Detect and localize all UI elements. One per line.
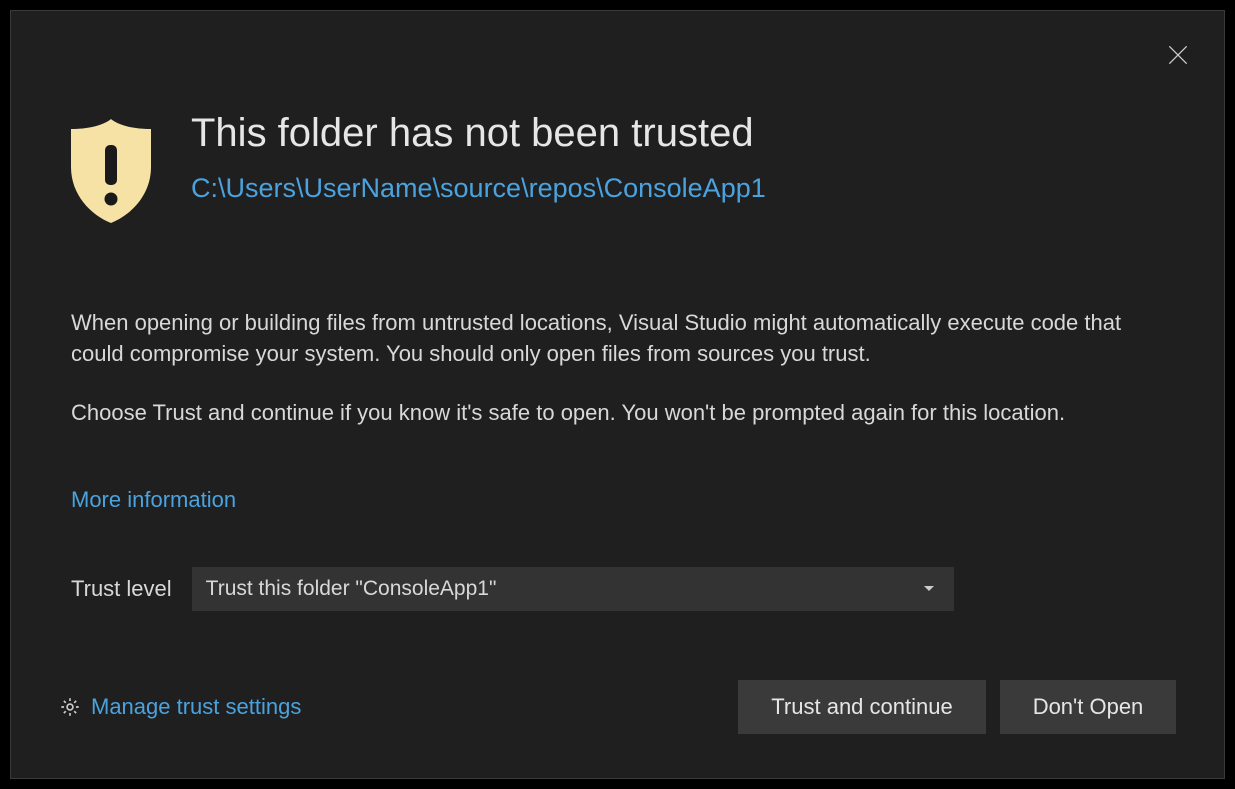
dialog-body: When opening or building files from untr… <box>11 227 1224 611</box>
more-information-link[interactable]: More information <box>71 487 236 513</box>
gear-icon <box>59 696 81 718</box>
manage-trust-settings-label: Manage trust settings <box>91 694 301 720</box>
trust-level-selected-value: Trust this folder "ConsoleApp1" <box>206 577 497 601</box>
folder-path: C:\Users\UserName\source\repos\ConsoleAp… <box>191 171 766 206</box>
chevron-down-icon <box>924 586 934 591</box>
dont-open-button[interactable]: Don't Open <box>1000 680 1176 734</box>
dialog-footer: Manage trust settings Trust and continue… <box>59 680 1176 734</box>
trust-dialog: This folder has not been trusted C:\User… <box>10 10 1225 779</box>
header-text-block: This folder has not been trusted C:\User… <box>191 111 766 206</box>
trust-and-continue-button[interactable]: Trust and continue <box>738 680 986 734</box>
dialog-title: This folder has not been trusted <box>191 111 766 155</box>
trust-level-row: Trust level Trust this folder "ConsoleAp… <box>71 567 1164 611</box>
trust-level-label: Trust level <box>71 576 172 602</box>
trust-level-select[interactable]: Trust this folder "ConsoleApp1" <box>192 567 954 611</box>
close-icon <box>1165 42 1191 68</box>
description-paragraph-1: When opening or building files from untr… <box>71 307 1164 369</box>
dialog-header: This folder has not been trusted C:\User… <box>11 11 1224 227</box>
close-button[interactable] <box>1164 41 1192 69</box>
button-row: Trust and continue Don't Open <box>738 680 1176 734</box>
manage-trust-settings-link[interactable]: Manage trust settings <box>59 694 301 720</box>
description-paragraph-2: Choose Trust and continue if you know it… <box>71 397 1164 428</box>
shield-warning-icon <box>61 115 161 227</box>
